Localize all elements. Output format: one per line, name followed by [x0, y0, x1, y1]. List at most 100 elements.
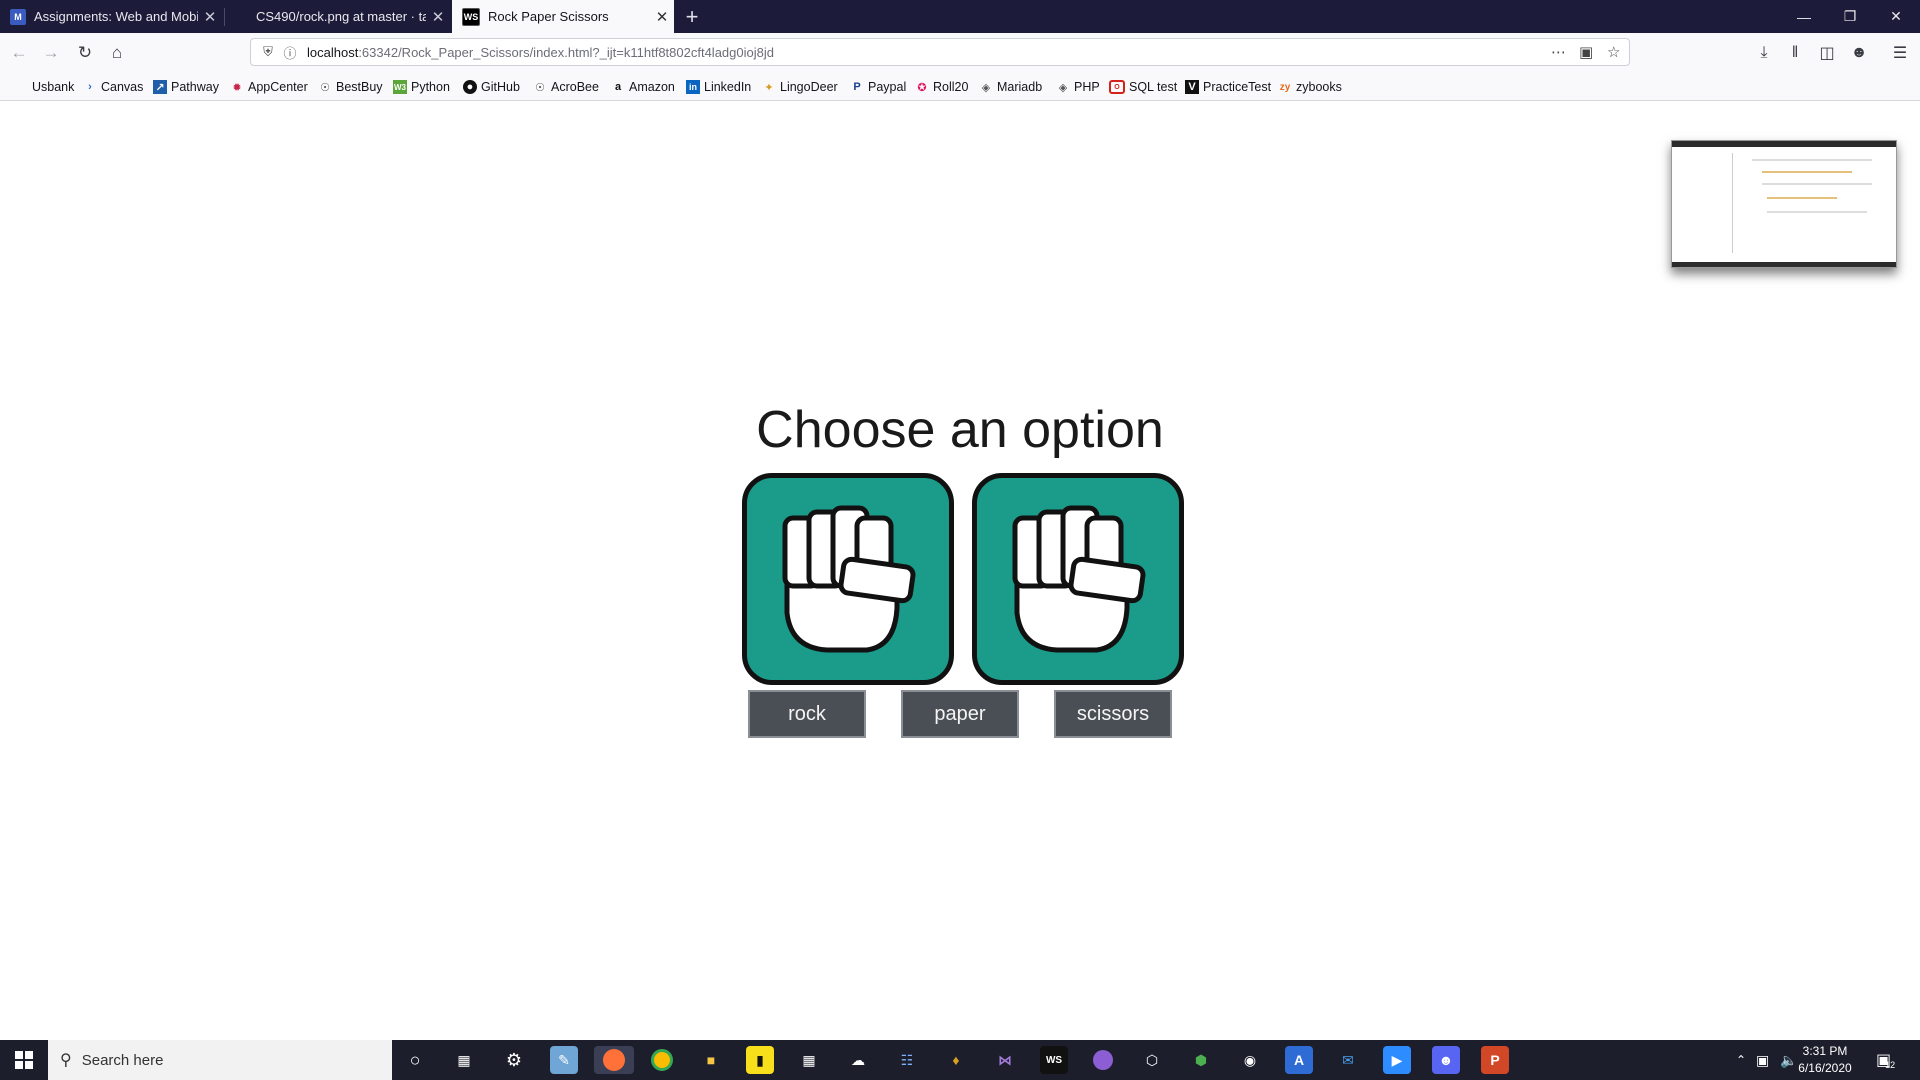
- close-icon[interactable]: ✕: [426, 8, 450, 26]
- tab-assignments[interactable]: M Assignments: Web and Mobile ✕: [0, 0, 222, 33]
- virtualbox-icon[interactable]: ⬡: [1138, 1046, 1166, 1074]
- bookmark-linkedin[interactable]: in LinkedIn: [686, 73, 751, 101]
- close-icon[interactable]: ✕: [650, 8, 674, 26]
- bookmarks-bar: Usbank › Canvas ↗ Pathway ✹ AppCenter ☉ …: [0, 73, 1920, 101]
- bookmark-sql-test[interactable]: O SQL test: [1109, 73, 1177, 101]
- windows-icon: [15, 1051, 33, 1069]
- bookmark-github[interactable]: ● GitHub: [463, 73, 520, 101]
- choice-card-left[interactable]: [742, 473, 954, 685]
- mail-icon[interactable]: ✉: [1334, 1046, 1362, 1074]
- home-button[interactable]: ⌂: [104, 40, 130, 66]
- camera-icon[interactable]: ◉: [1236, 1046, 1264, 1074]
- shield-icon[interactable]: ⛨: [257, 44, 279, 60]
- url-bar[interactable]: ⛨ ⓘ localhost:63342/Rock_Paper_Scissors/…: [250, 38, 1630, 66]
- reload-button[interactable]: ↻: [72, 40, 98, 66]
- bookmark-paypal[interactable]: P Paypal: [850, 73, 906, 101]
- bookmark-bestbuy[interactable]: ☉ BestBuy: [318, 73, 383, 101]
- close-icon[interactable]: ✕: [198, 8, 222, 26]
- network-icon[interactable]: ▣: [1756, 1040, 1769, 1080]
- powerpoint-icon[interactable]: P: [1481, 1046, 1509, 1074]
- bookmark-label: Python: [411, 80, 450, 94]
- new-tab-button[interactable]: +: [678, 0, 706, 33]
- roll20-icon: ✪: [917, 81, 927, 94]
- network-tool-icon[interactable]: ☷: [893, 1046, 921, 1074]
- downloads-icon[interactable]: ⤓: [1752, 41, 1776, 65]
- store-icon[interactable]: A: [1285, 1046, 1313, 1074]
- bookmark-roll20[interactable]: ✪ Roll20: [915, 73, 968, 101]
- visual-studio-icon[interactable]: ⋈: [991, 1046, 1019, 1074]
- bookmark-acrobee[interactable]: ☉ AcroBee: [533, 73, 599, 101]
- file-explorer-icon[interactable]: ■: [697, 1046, 725, 1074]
- library-icon[interactable]: ‖: [1783, 41, 1807, 65]
- taskbar: ⚲ Search here ○ ▦ ⚙ ✎ ■ ▮ ▦ ☁ ☷ ♦ ⋈ WS ⬡…: [0, 1040, 1920, 1080]
- canvas-icon: M: [10, 8, 26, 25]
- url-host: localhost: [307, 44, 359, 60]
- rock-button[interactable]: rock: [748, 690, 866, 738]
- scissors-button[interactable]: scissors: [1054, 690, 1172, 738]
- chrome-icon[interactable]: [648, 1046, 676, 1074]
- oracle-icon: O: [1109, 80, 1125, 94]
- bookmark-pathway[interactable]: ↗ Pathway: [153, 73, 219, 101]
- bookmark-canvas[interactable]: › Canvas: [83, 73, 143, 101]
- lingodeer-icon: ✦: [764, 81, 774, 94]
- page-actions-icon[interactable]: ⋯: [1551, 39, 1566, 65]
- info-icon[interactable]: ⓘ: [279, 43, 301, 62]
- appcenter-icon: ✹: [232, 81, 242, 94]
- menu-icon[interactable]: ☰: [1888, 41, 1912, 65]
- android-studio-icon[interactable]: ⬢: [1187, 1046, 1215, 1074]
- bookmark-php[interactable]: ◈ PHP: [1056, 73, 1100, 101]
- action-center-button[interactable]: ▣ 12: [1876, 1040, 1895, 1080]
- bookmark-appcenter[interactable]: ✹ AppCenter: [230, 73, 307, 101]
- tab-title: CS490/rock.png at master · tam: [256, 9, 426, 24]
- paper-button[interactable]: paper: [901, 690, 1019, 738]
- calculator-icon[interactable]: ▦: [795, 1046, 823, 1074]
- game-icon[interactable]: ♦: [942, 1046, 970, 1074]
- bookmark-label: PracticeTest: [1203, 80, 1272, 94]
- taskbar-search-box[interactable]: ⚲ Search here: [48, 1040, 392, 1080]
- pocket-icon[interactable]: ▣: [1579, 39, 1593, 65]
- task-view-icon[interactable]: ▦: [450, 1046, 478, 1074]
- settings-icon[interactable]: ⚙: [500, 1046, 528, 1074]
- discord-icon[interactable]: ☻: [1432, 1046, 1460, 1074]
- window-close-button[interactable]: ✕: [1873, 0, 1919, 33]
- restore-button[interactable]: ❐: [1827, 0, 1873, 33]
- bookmark-amazon[interactable]: a Amazon: [611, 73, 675, 101]
- forward-button[interactable]: →: [38, 40, 64, 66]
- zoom-icon[interactable]: ▶: [1383, 1046, 1411, 1074]
- bookmark-python[interactable]: W3 Python: [393, 73, 450, 101]
- account-icon[interactable]: ☻: [1847, 41, 1871, 65]
- bookmark-mariadb[interactable]: ◈ Mariadb: [979, 73, 1042, 101]
- cortana-icon[interactable]: ○: [401, 1046, 429, 1074]
- sticky-notes-icon[interactable]: ▮: [746, 1046, 774, 1074]
- bookmark-label: zybooks: [1296, 80, 1342, 94]
- bookmark-label: Usbank: [32, 80, 75, 94]
- show-hidden-icons-button[interactable]: ⌃: [1736, 1040, 1746, 1080]
- amazon-icon: a: [614, 81, 622, 93]
- floating-window-preview[interactable]: [1671, 140, 1897, 268]
- notepad-icon[interactable]: ✎: [550, 1046, 578, 1074]
- bookmark-lingodeer[interactable]: ✦ LingoDeer: [762, 73, 837, 101]
- url-text[interactable]: localhost:63342/Rock_Paper_Scissors/inde…: [307, 45, 774, 60]
- tab-strip: M Assignments: Web and Mobile ✕ CS490/ro…: [0, 0, 1920, 33]
- firefox-icon[interactable]: [594, 1046, 634, 1074]
- paint-icon[interactable]: ☁: [844, 1046, 872, 1074]
- bookmark-usbank[interactable]: Usbank: [32, 73, 74, 101]
- taskbar-clock[interactable]: 3:31 PM 6/16/2020: [1790, 1043, 1860, 1077]
- bookmark-label: Roll20: [933, 80, 969, 94]
- back-button[interactable]: ←: [6, 40, 32, 66]
- obs-icon[interactable]: [1089, 1046, 1117, 1074]
- page-title: Choose an option: [756, 401, 1164, 459]
- tab-rock-paper-scissors[interactable]: WS Rock Paper Scissors ✕: [452, 0, 674, 33]
- bookmark-star-icon[interactable]: ☆: [1607, 39, 1620, 65]
- webstorm-icon[interactable]: WS: [1040, 1046, 1068, 1074]
- bookmark-zybooks[interactable]: zy zybooks: [1278, 73, 1342, 101]
- bookmark-practicetest[interactable]: V PracticeTest: [1185, 73, 1271, 101]
- choice-card-right[interactable]: [972, 473, 1184, 685]
- start-button[interactable]: [0, 1040, 48, 1080]
- php-icon: ◈: [1058, 81, 1068, 94]
- minimize-button[interactable]: —: [1781, 0, 1827, 33]
- preview-code-line: [1767, 211, 1867, 213]
- tab-github[interactable]: CS490/rock.png at master · tam ✕: [246, 0, 450, 33]
- sidebar-icon[interactable]: ◫: [1815, 41, 1839, 65]
- bookmark-label: SQL test: [1129, 80, 1178, 94]
